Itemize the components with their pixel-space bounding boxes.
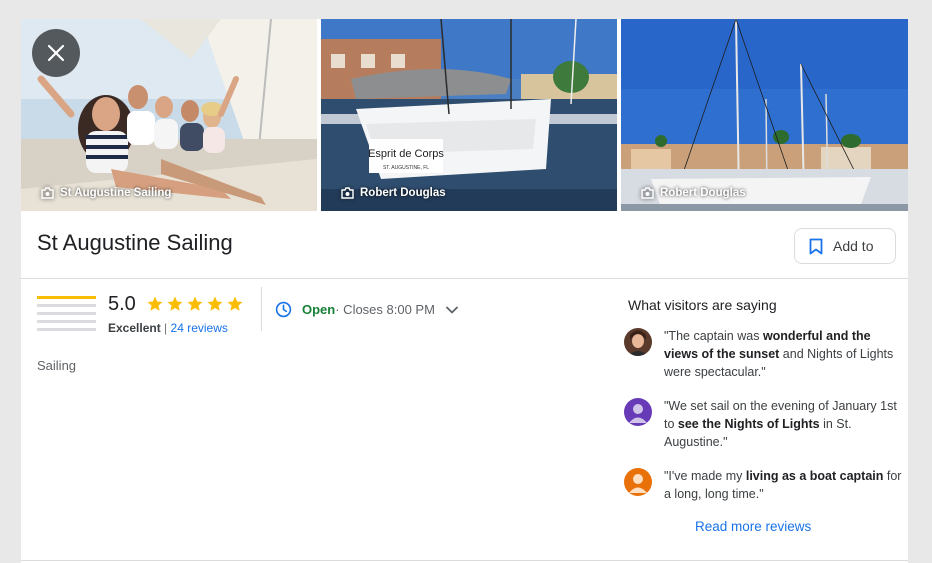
visitors-heading: What visitors are saying — [628, 297, 777, 313]
star-icon — [147, 296, 163, 311]
photo-credit-name: Robert Douglas — [360, 187, 446, 199]
place-card: St Augustine Sailing Esprit de Corps ST.… — [21, 19, 908, 563]
photo-credit: Robert Douglas — [641, 187, 746, 199]
divider — [21, 560, 908, 561]
review-text-part: "I've made my — [664, 469, 746, 483]
histogram-bar-3 — [37, 312, 96, 315]
review-highlight: see the Nights of Lights — [677, 417, 820, 431]
rating-label: Excellent — [108, 321, 161, 335]
vertical-divider — [261, 287, 262, 331]
close-icon — [47, 44, 65, 62]
star-rating — [146, 295, 244, 313]
review-highlight: living as a boat captain — [745, 469, 884, 483]
review-text: "I've made my living as a boat captain f… — [664, 467, 904, 503]
camera-icon — [41, 187, 54, 199]
photo-tile-3[interactable]: Robert Douglas — [621, 19, 908, 211]
star-icon — [227, 296, 243, 311]
rating-subline: Excellent | 24 reviews — [108, 321, 228, 335]
hours-summary[interactable]: Open · Closes 8:00 PM — [275, 301, 459, 318]
avatar — [624, 468, 652, 496]
photo-credit: St Augustine Sailing — [41, 187, 171, 199]
add-to-label: Add to — [833, 238, 874, 254]
photo-boat-esprit-de-corps: Esprit de Corps ST. AUGUSTINE, FL — [321, 19, 617, 211]
histogram-bar-1 — [37, 328, 96, 331]
photo-credit-name: St Augustine Sailing — [60, 187, 172, 199]
photo-tile-2[interactable]: Esprit de Corps ST. AUGUSTINE, FL Robert… — [321, 19, 617, 211]
place-title: St Augustine Sailing — [37, 230, 233, 255]
star-icon — [167, 296, 183, 311]
histogram-bar-2 — [37, 320, 96, 323]
camera-icon — [641, 187, 654, 199]
open-status: Open — [302, 302, 336, 317]
person-icon — [624, 468, 652, 496]
histogram-bar-4 — [37, 304, 96, 307]
histogram-bar-5 — [37, 296, 96, 299]
read-more-reviews-link[interactable]: Read more reviews — [695, 519, 811, 534]
boat-home-text: ST. AUGUSTINE, FL — [383, 165, 429, 171]
person-icon — [624, 398, 652, 426]
reviewer-photo — [624, 328, 652, 356]
place-category: Sailing — [37, 358, 77, 373]
place-header: St Augustine Sailing Add to — [21, 211, 908, 279]
reviews-link[interactable]: 24 reviews — [171, 321, 228, 335]
rating-score: 5.0 — [108, 293, 136, 315]
photo-credit-name: Robert Douglas — [660, 187, 746, 199]
photo-marina — [621, 19, 908, 211]
bookmark-icon — [809, 238, 823, 254]
close-button[interactable] — [32, 29, 80, 77]
camera-icon — [341, 187, 354, 199]
closing-time: · Closes 8:00 PM — [335, 302, 435, 317]
boat-name-text: Esprit de Corps — [368, 148, 444, 160]
photo-credit: Robert Douglas — [341, 187, 446, 199]
chevron-down-icon[interactable] — [445, 303, 459, 317]
review-text: "The captain was wonderful and the views… — [664, 327, 904, 381]
rating-separator: | — [164, 321, 168, 335]
star-icon — [187, 296, 203, 311]
avatar — [624, 398, 652, 426]
review-text: "We set sail on the evening of January 1… — [664, 397, 904, 451]
rating-histogram — [37, 296, 96, 336]
clock-icon — [275, 301, 292, 318]
add-to-list-button[interactable]: Add to — [794, 228, 896, 264]
photo-strip: St Augustine Sailing Esprit de Corps ST.… — [21, 19, 908, 211]
avatar — [624, 328, 652, 356]
star-icon — [207, 296, 223, 311]
review-text-part: "The captain was — [664, 329, 763, 343]
